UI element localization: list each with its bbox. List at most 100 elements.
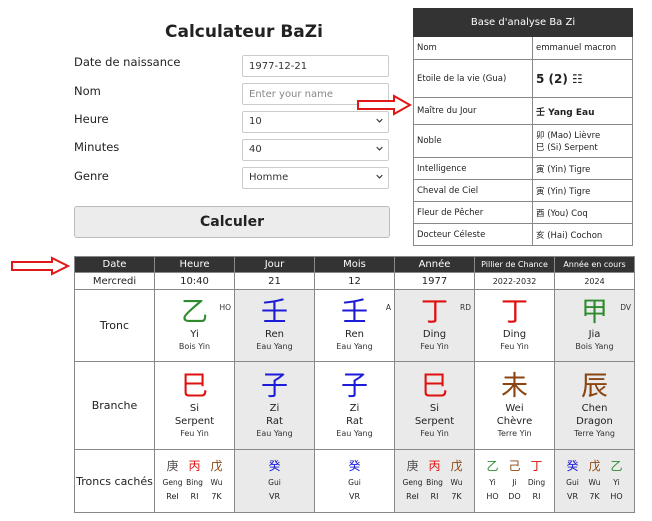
analysis-label: Cheval de Ciel: [413, 179, 533, 202]
hidden-stem-relation: RI: [430, 492, 439, 501]
hour-label: Heure: [74, 112, 109, 126]
branch-element: Eau Yang: [256, 428, 293, 438]
arrow-right-icon: [11, 256, 70, 276]
hidden-stem-glyph: 乙: [610, 459, 623, 473]
calculate-button[interactable]: Calculer: [74, 206, 390, 238]
hidden-stem-relation: DO: [508, 492, 521, 501]
analysis-row: Intelligence 寅 (Yin) Tigre: [413, 157, 633, 180]
stem-name: Ding: [502, 329, 527, 340]
hidden-stem-glyph: 己: [508, 459, 521, 473]
birth-date-input[interactable]: [242, 55, 389, 77]
hidden-stem-name: Gui: [566, 478, 579, 487]
branch-glyph: 未: [501, 370, 528, 402]
analysis-value-line: 巳 (Si) Serpent: [536, 143, 598, 153]
arrow-right-icon: [357, 94, 412, 116]
hidden-stems-cell: 癸 Gui VR: [314, 449, 395, 513]
hidden-stem-glyph: 癸: [566, 459, 579, 473]
hidden-stem: 癸 Gui VR: [346, 450, 364, 505]
branch-glyph: 巳: [421, 370, 448, 402]
branch-cell: 未 Wei Chèvre Terre Yin: [474, 361, 555, 450]
branch-cell: 子 Zi Rat Eau Yang: [234, 361, 315, 450]
stem-name: Yi: [190, 329, 199, 340]
gender-select[interactable]: Homme: [242, 167, 389, 189]
stem-tag: HO: [219, 303, 231, 312]
chevron-down-icon: [376, 174, 383, 179]
hidden-stem-relation: RI: [190, 492, 199, 501]
analysis-value-line: 卯 (Mao) Lièvre: [536, 131, 601, 141]
hidden-stem-name: Wu: [588, 478, 601, 487]
stem-tag: A: [385, 303, 391, 312]
analysis-table: Base d'analyse Ba Zi Nom emmanuel macron…: [413, 8, 633, 246]
chevron-down-icon: [376, 118, 383, 123]
branch-name: Zi: [349, 402, 360, 414]
hidden-stem-name: Geng: [162, 478, 183, 487]
analysis-row: Cheval de Ciel 寅 (Yin) Tigre: [413, 179, 633, 202]
minutes-select[interactable]: 40: [242, 139, 389, 161]
analysis-title: Base d'analyse Ba Zi: [413, 8, 633, 37]
hidden-stem-glyph: 乙: [486, 459, 499, 473]
chart-header: Date: [74, 256, 155, 273]
branch-glyph: 巳: [181, 370, 208, 402]
analysis-value: 卯 (Mao) Lièvre 巳 (Si) Serpent: [532, 124, 633, 158]
analysis-value: 亥 (Hai) Cochon: [532, 223, 633, 246]
hidden-stem-relation: VR: [268, 492, 281, 501]
branch-animal: Serpent: [174, 415, 215, 427]
hidden-stems-cell: 癸 Gui VR 戊 Wu 7K 乙 Yi HO: [554, 449, 635, 513]
stem-tag: RD: [460, 303, 471, 312]
branch-element: Eau Yang: [336, 428, 373, 438]
stem-cell: 乙 Yi Bois Yin HO: [154, 289, 235, 362]
branch-cell: 子 Zi Rat Eau Yang: [314, 361, 395, 450]
branch-cell: 辰 Chen Dragon Terre Yang: [554, 361, 635, 450]
analysis-row: Noble 卯 (Mao) Lièvre 巳 (Si) Serpent: [413, 124, 633, 158]
analysis-value: emmanuel macron: [532, 36, 633, 60]
minutes-select-value: 40: [249, 144, 262, 155]
hidden-stem-glyph: 丙: [188, 459, 201, 473]
branch-element: Terre Yang: [573, 428, 615, 438]
hidden-stem-glyph: 庚: [406, 459, 419, 473]
hidden-stem-name: Bing: [426, 478, 443, 487]
hidden-stem: 庚 Geng RеI: [403, 450, 423, 505]
branch-animal: Rat: [266, 415, 283, 427]
branch-animal: Serpent: [414, 415, 455, 427]
hidden-stem-name: Bing: [186, 478, 203, 487]
stem-element: Bois Yang: [575, 342, 614, 351]
analysis-label: Noble: [413, 124, 533, 158]
branch-animal: Chèvre: [496, 415, 533, 427]
branch-element: Feu Yin: [180, 428, 209, 438]
analysis-label: Nom: [413, 36, 533, 60]
hidden-stem-name: Yi: [613, 478, 620, 487]
form-title: Calculateur BaZi: [165, 22, 323, 42]
hidden-stem-relation: RеI: [406, 492, 419, 501]
chevron-down-icon: [376, 146, 383, 151]
chart-weekday: Mercredi: [74, 272, 155, 290]
hidden-stem: 丙 Bing RI: [426, 450, 444, 505]
chart-header: Mois: [314, 256, 395, 273]
chart-sub-value: 12: [314, 272, 395, 290]
chart-header-row: Date Heure Jour Mois Année Pillier de Ch…: [74, 256, 635, 273]
stem-element: Bois Yin: [178, 342, 211, 351]
chart-header: Année: [394, 256, 475, 273]
hidden-stem-name: Gui: [348, 478, 361, 487]
hidden-stem-relation: 7K: [211, 492, 222, 501]
hidden-stem-relation: 7K: [589, 492, 600, 501]
hidden-stem-name: Yi: [489, 478, 496, 487]
hidden-stem-name: Gui: [268, 478, 281, 487]
gender-label: Genre: [74, 169, 109, 183]
chart-sub-value: 21: [234, 272, 315, 290]
stem-row: Tronc 乙 Yi Bois Yin HO 壬 Ren Eau Yang 壬 Ren Eau Y…: [74, 289, 635, 362]
hidden-stem-name: Wu: [450, 478, 463, 487]
hidden-stem: 戊 Wu 7K: [208, 450, 226, 505]
chart-header: Pillier de Chance: [474, 256, 555, 273]
stem-cell: 壬 Ren Eau Yang: [234, 289, 315, 362]
hidden-stem-relation: 7K: [451, 492, 462, 501]
gender-select-value: Homme: [249, 172, 289, 183]
branch-cell: 巳 Si Serpent Feu Yin: [154, 361, 235, 450]
hidden-stem: 庚 Geng ReI: [162, 450, 183, 505]
stem-cell: 壬 Ren Eau Yang A: [314, 289, 395, 362]
chart-header: Année en cours: [554, 256, 635, 273]
hidden-stem-relation: VR: [348, 492, 361, 501]
row-label-branch: Branche: [74, 361, 155, 450]
hidden-stem: 乙 Yi HO: [484, 450, 502, 505]
hidden-stems-cell: 乙 Yi HO 己 Ji DO 丁 Ding RI: [474, 449, 555, 513]
hidden-stem: 癸 Gui VR: [564, 450, 582, 505]
